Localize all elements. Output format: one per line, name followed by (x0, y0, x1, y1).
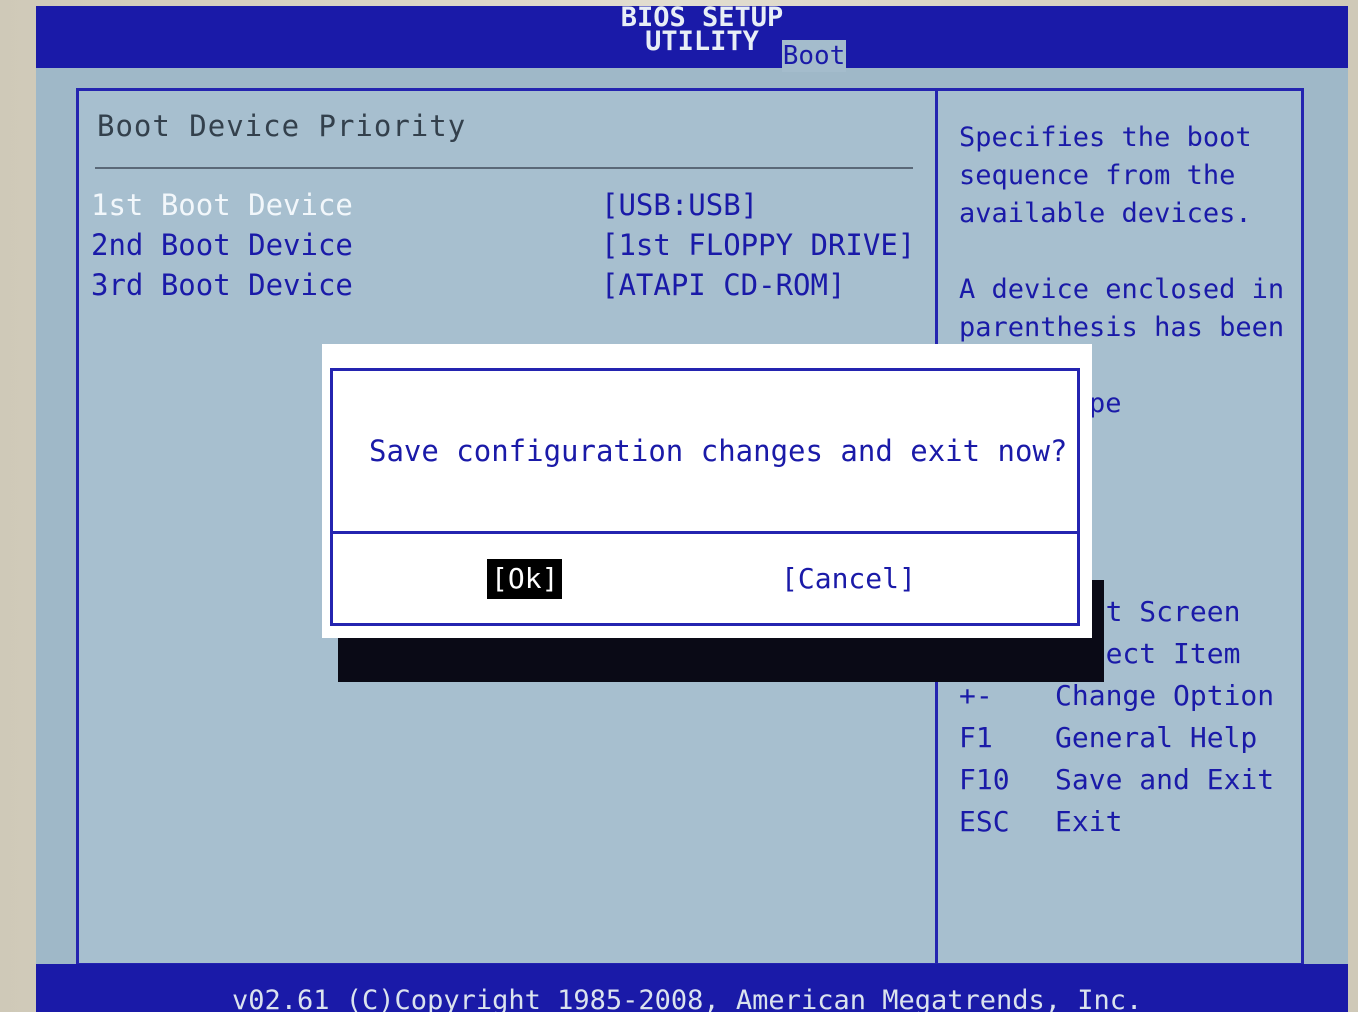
key-desc: Save and Exit (1055, 763, 1275, 796)
boot-device-value[interactable]: [USB:USB] (601, 187, 758, 223)
key-legend-item: F1 General Help (959, 717, 1289, 759)
key-name: ESC (959, 805, 1010, 838)
dialog-question: Save configuration changes and exit now? (369, 434, 1068, 468)
section-divider (95, 167, 913, 169)
key-desc: Exit (1055, 805, 1123, 838)
footer-bar: v02.61 (C)Copyright 1985-2008, American … (36, 964, 1348, 1012)
section-title: Boot Device Priority (97, 109, 467, 143)
boot-device-label: 3rd Boot Device (91, 268, 353, 302)
dialog-divider (333, 531, 1077, 534)
title-bar: BIOS SETUP UTILITY Boot (36, 6, 1348, 72)
boot-device-label: 2nd Boot Device (91, 228, 353, 262)
confirm-dialog: Save configuration changes and exit now?… (322, 344, 1092, 638)
key-legend-item: ESC Exit (959, 801, 1289, 843)
copyright-text: v02.61 (C)Copyright 1985-2008, American … (232, 985, 1143, 1012)
key-name: F10 (959, 763, 1010, 796)
ok-button[interactable]: [Ok] (487, 559, 563, 599)
dialog-frame: Save configuration changes and exit now?… (330, 368, 1080, 626)
bios-screen: BIOS SETUP UTILITY Boot Boot Device Prio… (36, 6, 1348, 1012)
boot-device-row-3[interactable]: 3rd Boot Device [ATAPI CD-ROM] (91, 267, 921, 303)
boot-device-label: 1st Boot Device (91, 188, 353, 222)
boot-device-row-2[interactable]: 2nd Boot Device [1st FLOPPY DRIVE] (91, 227, 921, 263)
tab-boot[interactable]: Boot (782, 40, 846, 72)
boot-device-value[interactable]: [1st FLOPPY DRIVE] (601, 227, 915, 263)
cancel-button[interactable]: [Cancel] (777, 559, 920, 599)
key-legend-item: F10 Save and Exit (959, 759, 1289, 801)
key-name: F1 (959, 721, 993, 754)
boot-device-row-1[interactable]: 1st Boot Device [USB:USB] (91, 187, 921, 223)
help-text-1: Specifies the boot sequence from the ava… (959, 122, 1252, 229)
key-desc: General Help (1055, 721, 1258, 754)
boot-device-value[interactable]: [ATAPI CD-ROM] (601, 267, 845, 303)
